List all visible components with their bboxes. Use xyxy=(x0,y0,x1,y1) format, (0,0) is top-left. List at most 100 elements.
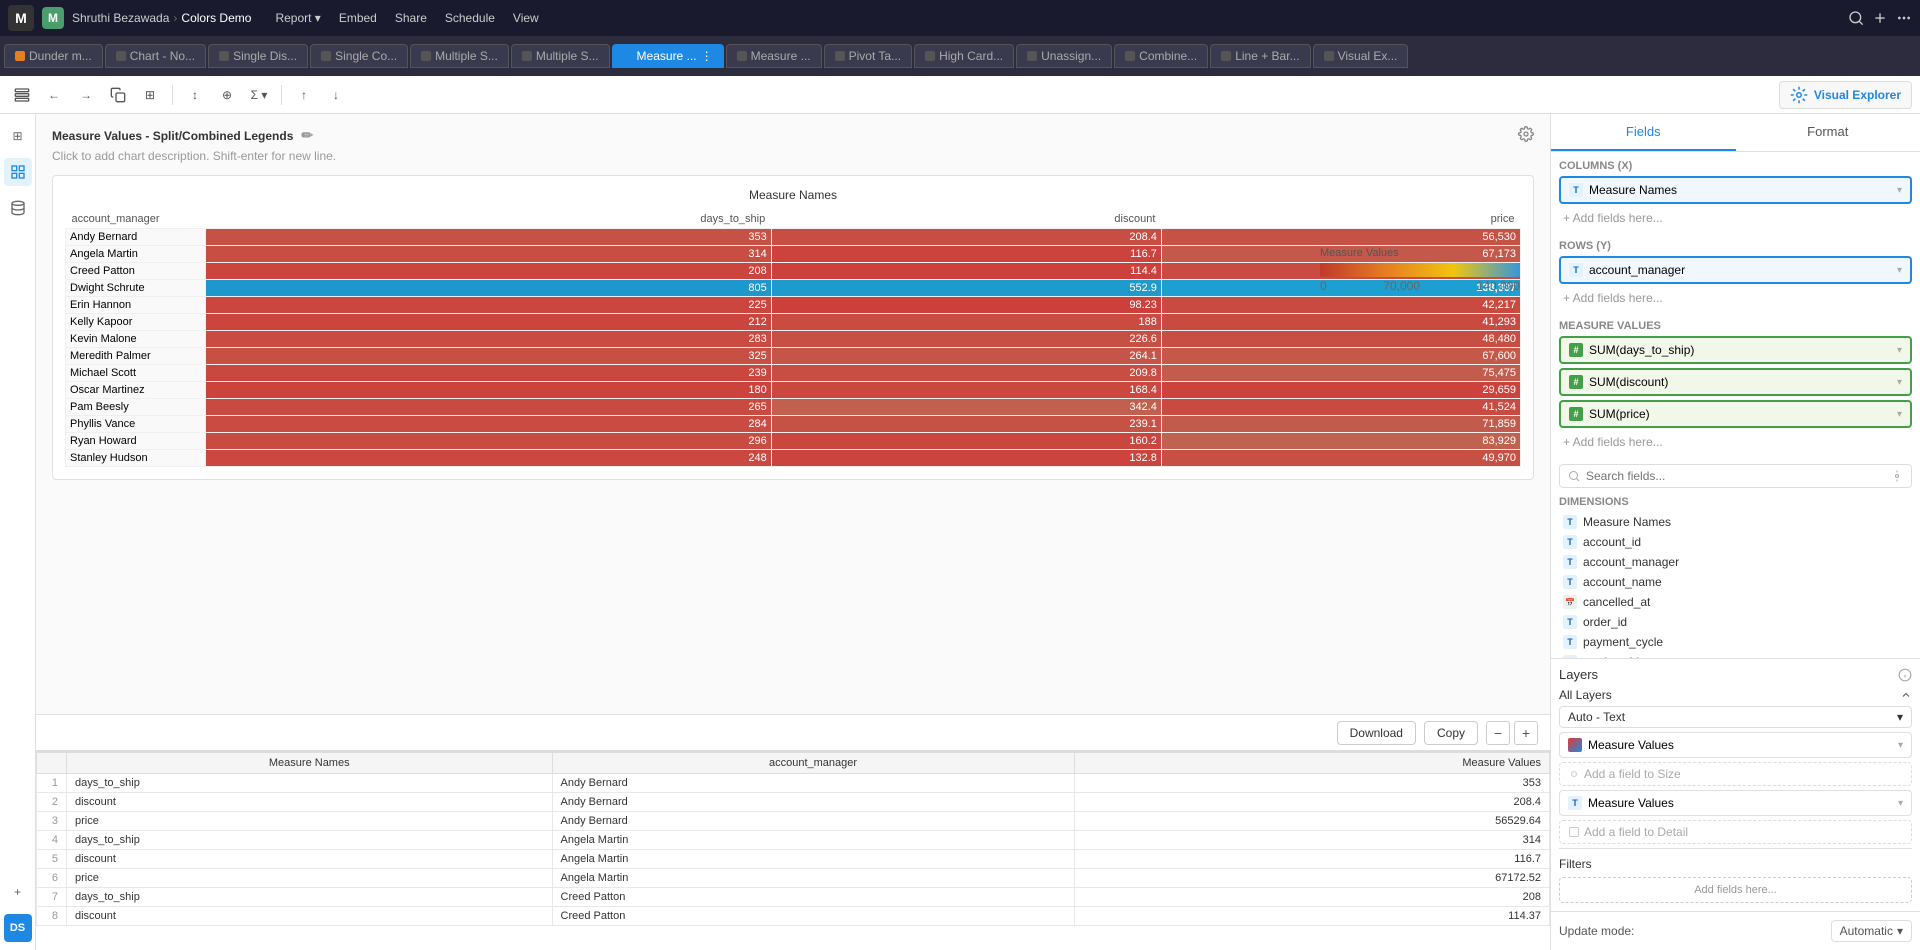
download-button[interactable]: Download xyxy=(1337,721,1416,745)
search-input[interactable] xyxy=(1586,469,1885,483)
rows-add-field[interactable]: + Add fields here... xyxy=(1559,288,1912,308)
panel-tabs: Fields Format xyxy=(1551,114,1920,152)
chart-title-edit-icon[interactable]: ✏ xyxy=(301,127,313,144)
dim-account-name[interactable]: T account_name xyxy=(1559,572,1912,592)
menu-icon[interactable] xyxy=(1896,10,1912,26)
chart-settings-icon[interactable] xyxy=(1518,126,1534,145)
add-icon[interactable] xyxy=(1872,10,1888,26)
layer-text-chip[interactable]: T Measure Values ▾ xyxy=(1559,790,1912,816)
nav-embed[interactable]: Embed xyxy=(331,7,385,29)
tab-visual-ex[interactable]: Visual Ex... xyxy=(1313,44,1409,68)
row-manager: Angela Martin xyxy=(552,850,1074,869)
dim-payment-cycle[interactable]: T payment_cycle xyxy=(1559,632,1912,652)
measure-names-chip[interactable]: T Measure Names ▾ xyxy=(1559,176,1912,204)
panel-content: Columns (X) T Measure Names ▾ + Add fiel… xyxy=(1551,152,1920,658)
tab-measure-2[interactable]: Measure ... xyxy=(726,44,822,68)
measure-values-section-label: Measure Values xyxy=(1559,320,1912,332)
tab-single-co[interactable]: Single Co... xyxy=(310,44,408,68)
filters-add-field[interactable]: Add fields here... xyxy=(1559,877,1912,903)
tab-unassign[interactable]: Unassign... xyxy=(1016,44,1112,68)
update-mode-select[interactable]: Automatic ▾ xyxy=(1831,920,1912,942)
tab-multiple-s1[interactable]: Multiple S... xyxy=(410,44,509,68)
table-row: Angela Martin xyxy=(66,246,206,263)
tab-chart-no[interactable]: Chart - No... xyxy=(105,44,206,68)
dim-measure-names[interactable]: T Measure Names xyxy=(1559,512,1912,532)
layer-color-chip[interactable]: Measure Values ▾ xyxy=(1559,732,1912,758)
update-mode-arrow: ▾ xyxy=(1897,924,1903,938)
search-icon[interactable] xyxy=(1848,10,1864,26)
update-mode-value: Automatic xyxy=(1840,924,1893,938)
row-measure-name: discount xyxy=(67,850,553,869)
chart-subtitle: Click to add chart description. Shift-en… xyxy=(52,149,1534,163)
tab-line-bar[interactable]: Line + Bar... xyxy=(1210,44,1310,68)
bottom-toolbar: Download Copy − + xyxy=(36,714,1550,750)
panel-tab-format[interactable]: Format xyxy=(1736,114,1920,151)
layers-info-icon[interactable] xyxy=(1898,668,1912,682)
sidebar-icon-data[interactable] xyxy=(4,194,32,222)
toolbar-copy-btn[interactable] xyxy=(104,81,132,109)
nav-report[interactable]: Report ▾ xyxy=(267,7,328,29)
row-manager: Creed Patton xyxy=(552,907,1074,926)
toolbar-sort-btn[interactable]: ↕ xyxy=(181,81,209,109)
row-value: 208.4 xyxy=(1074,793,1549,812)
visual-explorer-badge: Visual Explorer xyxy=(1779,81,1912,109)
dim-order-id[interactable]: T order_id xyxy=(1559,612,1912,632)
row-value: 114.37 xyxy=(1074,907,1549,926)
sidebar-icon-grid[interactable]: ⊞ xyxy=(4,122,32,150)
layer-text-label: Measure Values xyxy=(1588,796,1674,810)
sum-days-chip[interactable]: # SUM(days_to_ship) ▾ xyxy=(1559,336,1912,364)
tab-dunder[interactable]: Dunder m... xyxy=(4,44,103,68)
row-manager: Creed Patton xyxy=(552,888,1074,907)
toolbar-forward-btn[interactable]: → xyxy=(72,81,100,109)
sum-discount-chip[interactable]: # SUM(discount) ▾ xyxy=(1559,368,1912,396)
panel-tab-fields[interactable]: Fields xyxy=(1551,114,1736,151)
layer-size-add[interactable]: Add a field to Size xyxy=(1559,762,1912,786)
dim-cancelled-at-icon: 📅 xyxy=(1563,595,1577,609)
layer-type-text: Auto - Text xyxy=(1568,710,1625,724)
collapse-icon[interactable] xyxy=(1900,689,1912,701)
update-mode: Update mode: Automatic ▾ xyxy=(1551,911,1920,950)
tab-multiple-s2[interactable]: Multiple S... xyxy=(511,44,610,68)
dim-cancelled-at[interactable]: 📅 cancelled_at xyxy=(1559,592,1912,612)
table-cell-discount: 160.2 xyxy=(771,433,1161,450)
toolbar-back-btn[interactable]: ← xyxy=(40,81,68,109)
sidebar-icon-chart[interactable] xyxy=(4,158,32,186)
toolbar-formula-btn[interactable]: Σ ▾ xyxy=(245,81,273,109)
nav-view[interactable]: View xyxy=(505,7,547,29)
toolbar-sort-asc-btn[interactable]: ↑ xyxy=(290,81,318,109)
copy-button[interactable]: Copy xyxy=(1424,721,1478,745)
tab-high-card[interactable]: High Card... xyxy=(914,44,1014,68)
sum-price-chip[interactable]: # SUM(price) ▾ xyxy=(1559,400,1912,428)
layer-detail-add[interactable]: Add a field to Detail xyxy=(1559,820,1912,844)
nav-schedule[interactable]: Schedule xyxy=(437,7,503,29)
row-value: 208 xyxy=(1074,888,1549,907)
table-cell-days: 225 xyxy=(206,297,772,314)
toolbar-filter-btn[interactable]: ⊕ xyxy=(213,81,241,109)
toolbar-grid-btn[interactable]: ⊞ xyxy=(136,81,164,109)
toolbar-sort-desc-btn[interactable]: ↓ xyxy=(322,81,350,109)
sidebar-icon-plus[interactable]: + xyxy=(4,878,32,906)
row-measure-name: discount xyxy=(67,793,553,812)
nav-share[interactable]: Share xyxy=(387,7,435,29)
toolbar-layers-btn[interactable] xyxy=(8,81,36,109)
layer-size-text: Add a field to Size xyxy=(1584,767,1681,781)
sidebar-icon-avatar[interactable]: DS xyxy=(4,914,32,942)
tab-combine[interactable]: Combine... xyxy=(1114,44,1208,68)
tab-measure-1[interactable]: Measure ... ⋮ xyxy=(612,44,724,68)
brand-icon[interactable]: M xyxy=(8,5,34,31)
account-manager-icon: T xyxy=(1569,263,1583,277)
account-manager-chip[interactable]: T account_manager ▾ xyxy=(1559,256,1912,284)
table-cell-discount: 226.6 xyxy=(771,331,1161,348)
measure-values-add-field[interactable]: + Add fields here... xyxy=(1559,432,1912,452)
zoom-in-button[interactable]: + xyxy=(1514,721,1538,745)
columns-add-field[interactable]: + Add fields here... xyxy=(1559,208,1912,228)
row-manager: Angela Martin xyxy=(552,869,1074,888)
zoom-out-button[interactable]: − xyxy=(1486,721,1510,745)
workspace-icon[interactable]: M xyxy=(42,7,64,29)
search-settings-icon[interactable] xyxy=(1891,470,1903,482)
tab-single-dis[interactable]: Single Dis... xyxy=(208,44,308,68)
tab-pivot-ta[interactable]: Pivot Ta... xyxy=(824,44,912,68)
dim-account-id[interactable]: T account_id xyxy=(1559,532,1912,552)
dim-account-manager[interactable]: T account_manager xyxy=(1559,552,1912,572)
layer-type-select[interactable]: Auto - Text ▾ xyxy=(1559,706,1912,728)
